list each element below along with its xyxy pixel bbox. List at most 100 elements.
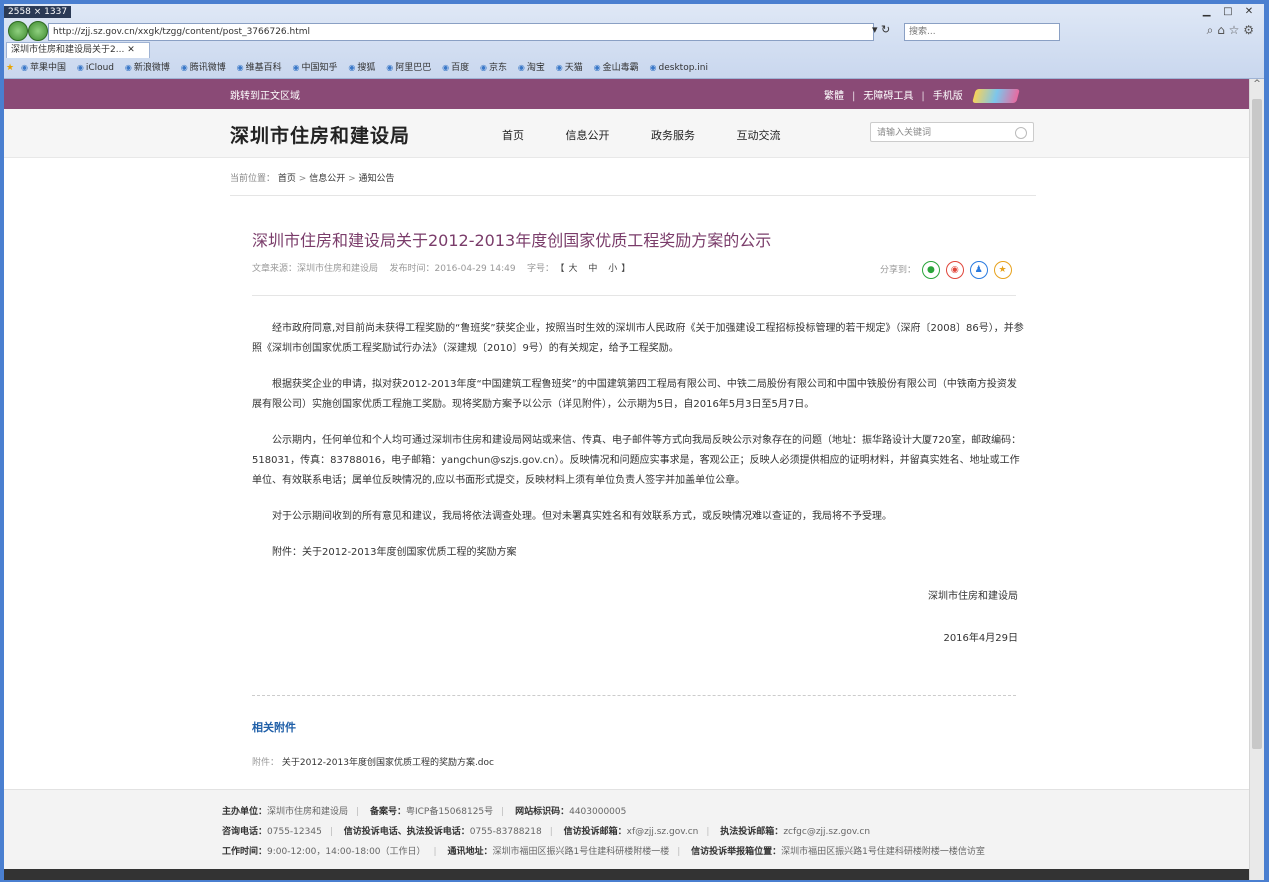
article-meta: 文章来源：深圳市住房和建设局 发布时间：2016-04-29 14:49 字号：… (252, 261, 634, 274)
qzone-star-icon[interactable]: ★ (993, 261, 1012, 279)
mobile-version-link[interactable]: 手机版 (933, 91, 963, 102)
article-paragraph: 根据获奖企业的申请，拟对获2012-2013年度“中国建筑工程鲁班奖”的中国建筑… (252, 379, 1017, 410)
article-paragraph: 公示期内，任何单位和个人均可通过深圳市住房和建设局网站或来信、传真、电子邮件等方… (252, 435, 1022, 486)
footer-icp[interactable]: 粤ICP备15068125号 (406, 807, 493, 817)
minimize-icon[interactable]: ▁ (1198, 6, 1216, 17)
window-controls[interactable]: ▁ □ ✕ (1198, 6, 1258, 17)
article-paragraph: 经市政府同意,对目前尚未获得工程奖励的“鲁班奖”获奖企业，按照当时生效的深圳市人… (252, 323, 1024, 354)
bookmark-item[interactable]: 百度 (442, 60, 469, 76)
breadcrumb-home[interactable]: 首页 (278, 174, 296, 184)
top-bar: 跳转到正文区域 繁體 | 无障碍工具 | 手机版 (4, 79, 1250, 109)
breadcrumb: 当前位置： 首页 > 信息公开 > 通知公告 (230, 171, 395, 184)
screenshot-dimensions: 2558 × 1337 (4, 6, 72, 18)
qq-icon[interactable]: ♟ (969, 261, 988, 279)
weibo-icon[interactable]: ◉ (945, 261, 964, 279)
back-button[interactable] (8, 21, 28, 41)
bookmark-item[interactable]: 天猫 (556, 60, 583, 76)
footer-label: 主办单位： (222, 807, 268, 817)
footer-label: 备案号： (369, 807, 406, 817)
bookmark-item[interactable]: 腾讯微博 (181, 60, 226, 76)
share-bar: 分享到： ● ◉ ♟ ★ (880, 261, 1012, 279)
footer-label: 信访投诉电话、执法投诉电话： (343, 827, 470, 837)
breadcrumb-sep: > (348, 174, 356, 184)
reload-icon[interactable]: ▾ ↻ (872, 23, 890, 36)
rainbow-logo-icon (972, 89, 1020, 103)
font-size-switcher[interactable]: 【大 中 小】 (560, 264, 634, 274)
page-scrollbar[interactable]: ^ (1249, 79, 1264, 880)
scrollbar-thumb[interactable] (1252, 99, 1262, 749)
footer-enforce-mail[interactable]: zcfgc@zjj.sz.gov.cn (783, 827, 870, 837)
bookmarks-bar: ★ 苹果中国 iCloud 新浪微博 腾讯微博 维基百科 中国知乎 搜狐 阿里巴… (6, 60, 716, 76)
browser-tab[interactable]: 深圳市住房和建设局关于2... ✕ (6, 42, 150, 58)
tab-title: 深圳市住房和建设局关于2... (11, 45, 125, 55)
breadcrumb-sep: > (298, 174, 307, 184)
article-date: 发布时间：2016-04-29 14:49 (389, 264, 516, 274)
scroll-up-icon[interactable]: ^ (1250, 79, 1264, 93)
bookmark-item[interactable]: 苹果中国 (21, 60, 66, 76)
skip-to-content-link[interactable]: 跳转到正文区域 (230, 87, 300, 102)
footer-label: 咨询电话： (222, 827, 268, 837)
site-footer: 主办单位：深圳市住房和建设局 | 备案号：粤ICP备15068125号 | 网站标识… (4, 789, 1250, 880)
main-nav: 首页 信息公开 政务服务 互动交流 (502, 127, 819, 143)
footer-row: 工作时间：9:00-12:00，14:00-18:00（工作日） | 通讯地址：深… (222, 847, 985, 857)
search-icon[interactable] (1015, 127, 1027, 139)
share-label: 分享到： (880, 265, 917, 276)
bookmark-item[interactable]: 阿里巴巴 (386, 60, 431, 76)
bookmark-item[interactable]: 京东 (480, 60, 507, 76)
search-icon[interactable]: ⌕ (1207, 23, 1214, 37)
nav-home[interactable]: 首页 (502, 129, 524, 142)
site-header: 深圳市住房和建设局 首页 信息公开 政务服务 互动交流 请输入关键词 (4, 109, 1250, 158)
footer-complaint-phone: 0755-83788218 (469, 827, 542, 837)
breadcrumb-label: 当前位置： (230, 174, 276, 184)
site-title[interactable]: 深圳市住房和建设局 (230, 121, 410, 148)
attachment-link[interactable]: 关于2012-2013年度创国家优质工程的奖励方案.doc (282, 758, 494, 768)
accessibility-link[interactable]: 无障碍工具 (863, 91, 913, 102)
nav-government-services[interactable]: 政务服务 (651, 129, 695, 142)
browser-search-input[interactable]: 搜索... (904, 23, 1060, 41)
bookmark-item[interactable]: 新浪微博 (125, 60, 170, 76)
footer-label: 执法投诉邮箱： (720, 827, 784, 837)
nav-info-disclosure[interactable]: 信息公开 (566, 129, 610, 142)
site-search-input[interactable]: 请输入关键词 (870, 122, 1034, 142)
browser-chrome: 2558 × 1337 ▁ □ ✕ http://zjj.sz.gov.cn/x… (4, 4, 1264, 79)
article-body: 经市政府同意,对目前尚未获得工程奖励的“鲁班奖”获奖企业，按照当时生效的深圳市人… (252, 319, 1026, 579)
divider (252, 295, 1016, 296)
browser-tools[interactable]: ⌕ ⌂ ☆ ⚙ (1207, 23, 1254, 38)
article-paragraph: 附件：关于2012-2013年度创国家优质工程的奖励方案 (272, 547, 517, 558)
footer-site-id: 4403000005 (569, 807, 627, 817)
home-icon[interactable]: ⌂ (1217, 23, 1225, 37)
breadcrumb-notices[interactable]: 通知公告 (359, 174, 395, 184)
close-icon[interactable]: ✕ (1240, 6, 1258, 17)
maximize-icon[interactable]: □ (1219, 6, 1237, 17)
footer-label: 信访投诉邮箱： (563, 827, 627, 837)
forward-button[interactable] (28, 21, 48, 41)
bookmark-item[interactable]: desktop.ini (650, 60, 708, 76)
top-links: 繁體 | 无障碍工具 | 手机版 (824, 87, 1020, 103)
bookmark-item[interactable]: 淘宝 (518, 60, 545, 76)
footer-row: 咨询电话：0755-12345 | 信访投诉电话、执法投诉电话：0755-8378… (222, 827, 871, 837)
gear-icon[interactable]: ⚙ (1243, 23, 1254, 37)
divider (230, 195, 1036, 196)
bookmark-item[interactable]: 中国知乎 (293, 60, 338, 76)
footer-label: 网站标识码： (515, 807, 570, 817)
bookmark-item[interactable]: 搜狐 (348, 60, 375, 76)
page-viewport: 跳转到正文区域 繁體 | 无障碍工具 | 手机版 深圳市住房和建设局 首页 信息公开 政… (4, 79, 1250, 880)
footer-hours: 9:00-12:00，14:00-18:00（工作日） (267, 847, 426, 857)
wechat-icon[interactable]: ● (921, 261, 940, 279)
footer-label: 通讯地址： (447, 847, 493, 857)
footer-report-location: 深圳市福田区振兴路1号住建科研楼附楼一楼信访室 (781, 847, 985, 857)
tab-close-icon[interactable]: ✕ (127, 45, 135, 55)
breadcrumb-info-disclosure[interactable]: 信息公开 (309, 174, 345, 184)
bookmark-item[interactable]: iCloud (77, 60, 114, 76)
bookmark-item[interactable]: 金山毒霸 (594, 60, 639, 76)
favorites-star-icon[interactable]: ☆ (1229, 23, 1240, 37)
article-source: 文章来源：深圳市住房和建设局 (252, 264, 379, 274)
bookmark-item[interactable]: 维基百科 (237, 60, 282, 76)
article-paragraph: 对于公示期间收到的所有意见和建议，我局将依法调查处理。但对未署真实姓名和有效联系… (272, 511, 892, 522)
divider (252, 695, 1016, 696)
favorites-icon[interactable]: ★ (6, 63, 14, 73)
address-bar[interactable]: http://zjj.sz.gov.cn/xxgk/tzgg/content/p… (48, 23, 874, 41)
footer-complaint-mail[interactable]: xf@zjj.sz.gov.cn (627, 827, 699, 837)
traditional-chinese-link[interactable]: 繁體 (824, 91, 844, 102)
nav-interaction[interactable]: 互动交流 (737, 129, 781, 142)
